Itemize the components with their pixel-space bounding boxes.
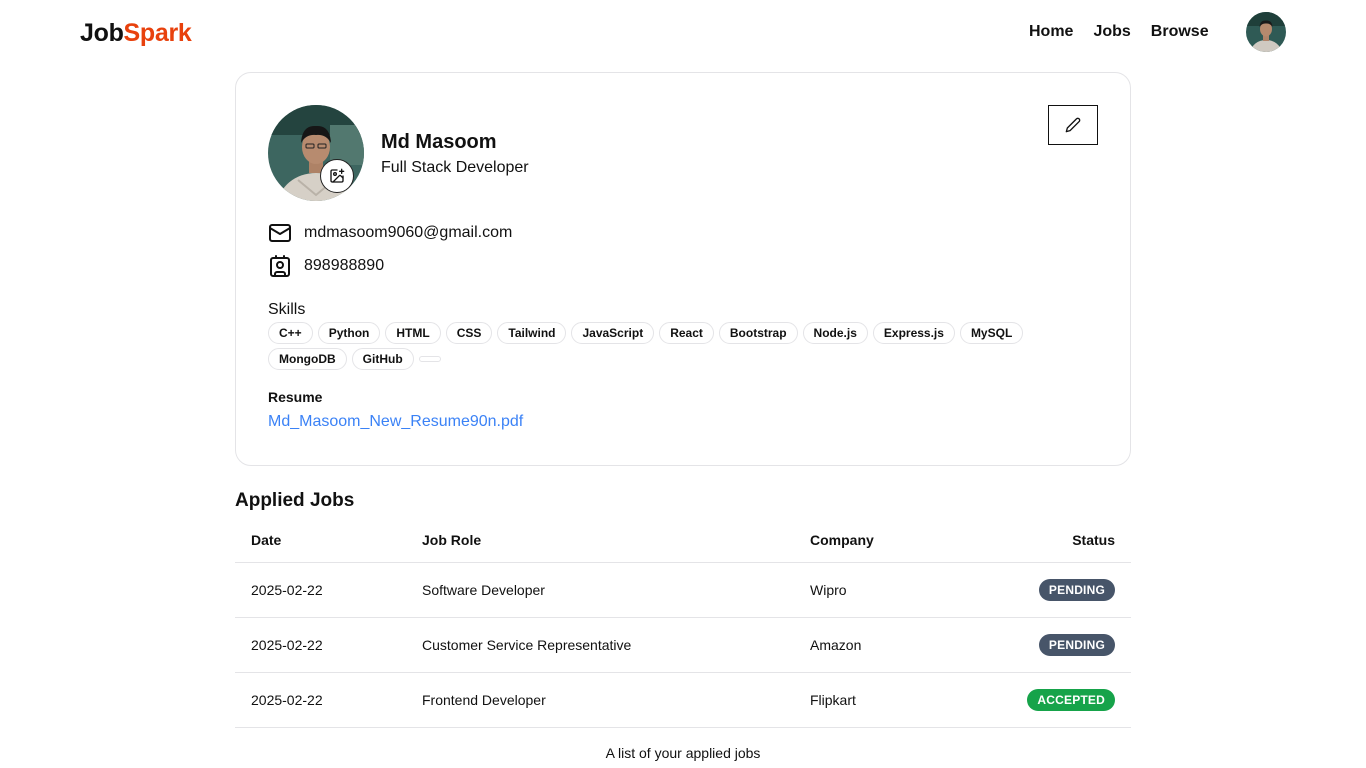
skill-badge: Express.js <box>872 322 955 344</box>
cell-date: 2025-02-22 <box>251 692 323 708</box>
user-avatar-photo <box>1246 12 1286 52</box>
resume-label: Resume <box>268 389 323 405</box>
skill-badge: React <box>659 322 714 344</box>
skill-badge: GitHub <box>351 348 414 370</box>
skill-badge: Tailwind <box>497 322 567 344</box>
nav-links: Home Jobs Browse <box>1029 23 1209 41</box>
skill-badge: C++ <box>268 322 313 344</box>
skill-badge: HTML <box>385 322 441 344</box>
skill-badge: MySQL <box>959 322 1024 344</box>
table-row: 2025-02-22 Customer Service Representati… <box>235 618 1131 673</box>
navbar: JobSpark Home Jobs Browse <box>0 0 1366 64</box>
header-status: Status <box>1072 532 1115 548</box>
logo-part-job: Job <box>80 19 124 47</box>
email-row: mdmasoom9060@gmail.com <box>268 221 512 245</box>
header-job-role: Job Role <box>422 532 482 548</box>
user-avatar[interactable] <box>1246 12 1286 52</box>
profile-title: Full Stack Developer <box>381 159 529 176</box>
cell-date: 2025-02-22 <box>251 582 323 598</box>
cell-status: ACCEPTED <box>1027 689 1115 711</box>
cell-date: 2025-02-22 <box>251 637 323 653</box>
nav-link-browse[interactable]: Browse <box>1151 23 1209 41</box>
cell-company: Wipro <box>810 582 847 598</box>
nav-link-home[interactable]: Home <box>1029 23 1073 41</box>
header-company: Company <box>810 532 874 548</box>
status-badge: ACCEPTED <box>1027 689 1115 711</box>
email-text: mdmasoom9060@gmail.com <box>304 224 513 241</box>
skills-list: C++ Python HTML CSS Tailwind JavaScript … <box>268 322 1098 370</box>
applied-jobs-title: Applied Jobs <box>235 490 355 511</box>
resume-link[interactable]: Md_Masoom_New_Resume90n.pdf <box>268 413 523 431</box>
table-row: 2025-02-22 Software Developer Wipro PEND… <box>235 563 1131 618</box>
profile-card: Md Masoom Full Stack Developer mdmasoom9… <box>235 72 1131 466</box>
change-photo-button[interactable] <box>320 159 354 193</box>
table-caption: A list of your applied jobs <box>605 745 761 761</box>
skill-badge: Bootstrap <box>718 322 798 344</box>
cell-job-role: Customer Service Representative <box>422 637 632 653</box>
contact-icon <box>268 254 292 278</box>
skill-badge-empty <box>418 356 441 362</box>
skill-badge: CSS <box>445 322 493 344</box>
cell-company: Amazon <box>810 637 862 653</box>
skill-badge: JavaScript <box>571 322 655 344</box>
skill-badge: MongoDB <box>268 348 347 370</box>
skills-label: Skills <box>268 301 306 318</box>
profile-name: Md Masoom <box>381 131 497 153</box>
pencil-icon <box>1065 117 1081 133</box>
cell-job-role: Software Developer <box>422 582 545 598</box>
table-row: 2025-02-22 Frontend Developer Flipkart A… <box>235 673 1131 728</box>
cell-status: PENDING <box>1038 634 1115 656</box>
skill-badge: Python <box>317 322 381 344</box>
status-badge: PENDING <box>1038 579 1115 601</box>
phone-text: 898988890 <box>304 257 385 274</box>
skill-badge: Node.js <box>802 322 868 344</box>
edit-profile-button[interactable] <box>1048 105 1098 145</box>
status-badge: PENDING <box>1038 634 1115 656</box>
table-header-row: Date Job Role Company Status <box>235 518 1131 563</box>
nav-link-jobs[interactable]: Jobs <box>1093 23 1130 41</box>
header-date: Date <box>251 532 282 548</box>
cell-company: Flipkart <box>810 692 856 708</box>
phone-row: 898988890 <box>268 254 384 278</box>
applied-jobs-table: Date Job Role Company Status 2025-02-22 … <box>235 518 1131 728</box>
cell-job-role: Frontend Developer <box>422 692 546 708</box>
logo-part-spark: Spark <box>123 19 192 47</box>
logo[interactable]: JobSpark <box>80 19 192 48</box>
image-plus-icon <box>330 168 345 183</box>
mail-icon <box>268 221 292 245</box>
cell-status: PENDING <box>1038 579 1115 601</box>
